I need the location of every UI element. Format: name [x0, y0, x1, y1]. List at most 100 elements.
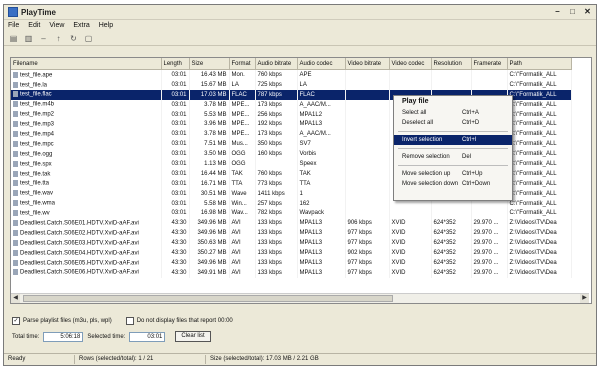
menu-help[interactable]: Help — [99, 22, 113, 29]
cell-text: 906 kbps — [347, 220, 372, 227]
parse-playlists-checkbox[interactable]: ✓ — [12, 317, 20, 325]
cell-filename: test_file.mpc — [11, 139, 162, 150]
menu-item-select-all[interactable]: Select all Ctrl+A — [394, 108, 512, 118]
table-row[interactable]: test_file.wv 03:01 16.98 MB Wav... 782 kbps W… — [11, 208, 572, 219]
table-row[interactable]: test_file.la 03:01 15.67 MB LA 725 kbps LA C:\… — [11, 79, 572, 90]
cell-path: C:\"Formatik_ALL — [507, 89, 572, 100]
cell-length: 03:01 — [161, 159, 190, 169]
menu-item-move-down[interactable]: Move selection down Ctrl+Down — [394, 179, 512, 189]
file-icon — [13, 210, 18, 217]
remove-icon[interactable]: – — [38, 34, 49, 43]
options-row: ✓ Parse playlist files (m3u, pls, wpl) D… — [12, 317, 233, 325]
minimize-button[interactable]: – — [551, 7, 564, 18]
column-framerate[interactable]: Framerate — [471, 58, 508, 70]
column-format[interactable]: Format — [229, 58, 256, 70]
column-audio-bitrate[interactable]: Audio bitrate — [255, 58, 298, 70]
cell-filename: test_file.mp3 — [11, 119, 162, 130]
cell-text: FLAC — [299, 91, 315, 98]
cell-text: 624*352 — [433, 269, 456, 276]
export-icon[interactable]: ▢ — [83, 34, 94, 43]
cell-text: Wave — [231, 190, 247, 197]
clear-list-button[interactable]: Clear list — [175, 331, 211, 342]
table-row[interactable]: test_file.ape 03:01 16.43 MB Mon. 760 kbps AP… — [11, 69, 572, 80]
cell-video-bitrate — [345, 109, 390, 120]
menu-item-move-up[interactable]: Move selection up Ctrl+Up — [394, 169, 512, 179]
cell-text: 3.96 MB — [204, 121, 227, 128]
cell-text: 977 kbps — [347, 240, 372, 247]
scroll-right-icon[interactable]: ▶ — [580, 294, 589, 303]
column-length[interactable]: Length — [161, 58, 190, 70]
column-path[interactable]: Path — [507, 58, 572, 70]
close-button[interactable]: ✕ — [581, 7, 594, 18]
cell-resolution: 624*352 — [431, 228, 472, 239]
cell-path: C:\"Formatik_ALL — [507, 139, 572, 150]
refresh-icon[interactable]: ↻ — [68, 34, 79, 43]
cell-text: TAK — [231, 170, 243, 177]
table-row[interactable]: Deadliest.Catch.S06E03.HDTV.XviD-aAF.avi… — [11, 238, 572, 249]
add-files-icon[interactable]: ▤ — [8, 34, 19, 43]
cell-text: 773 kbps — [257, 180, 282, 187]
cell-text: 03:01 — [171, 141, 187, 148]
menu-edit[interactable]: Edit — [28, 22, 40, 29]
table-row[interactable]: Deadliest.Catch.S06E05.HDTV.XviD-aAF.avi… — [11, 257, 572, 268]
move-up-icon[interactable]: ↑ — [53, 34, 64, 43]
cell-text: test_file.wma — [20, 200, 56, 207]
cell-filename: test_file.spx — [11, 159, 162, 169]
menu-view[interactable]: View — [49, 22, 64, 29]
column-size[interactable]: Size — [189, 58, 230, 70]
cell-text: Deadliest.Catch.S06E01.HDTV.XviD-aAF.avi — [20, 220, 139, 227]
column-video-codec[interactable]: Video codec — [389, 58, 432, 70]
menu-item-shortcut: Ctrl+I — [462, 137, 477, 143]
cell-text: A_AAC/M... — [299, 101, 331, 108]
scroll-thumb[interactable] — [23, 295, 393, 302]
table-row[interactable]: Deadliest.Catch.S06E02.HDTV.XviD-aAF.avi… — [11, 228, 572, 239]
cell-audio-codec: Vorbis — [297, 149, 346, 160]
menu-item-deselect-all[interactable]: Deselect all Ctrl+D — [394, 118, 512, 128]
cell-framerate: 29.970 ... — [471, 267, 508, 278]
cell-path: C:\"Formatik_ALL — [507, 208, 572, 219]
cell-length: 03:01 — [161, 168, 190, 179]
table-row[interactable]: Deadliest.Catch.S06E01.HDTV.XviD-aAF.avi… — [11, 218, 572, 229]
cell-filename: Deadliest.Catch.S06E01.HDTV.XviD-aAF.avi — [11, 218, 162, 229]
hide-zero-checkbox[interactable] — [125, 317, 134, 325]
cell-video-bitrate — [345, 178, 390, 189]
table-row[interactable]: Deadliest.Catch.S06E06.HDTV.XviD-aAF.avi… — [11, 267, 572, 278]
menu-file[interactable]: File — [8, 22, 19, 29]
cell-text: test_file.mp4 — [20, 131, 55, 138]
context-menu-play-file[interactable]: Play file — [394, 96, 512, 108]
cell-text: 349.96 MB — [197, 220, 227, 227]
cell-path: C:\"Formatik_ALL — [507, 109, 572, 120]
column-resolution[interactable]: Resolution — [431, 58, 472, 70]
menu-extra[interactable]: Extra — [73, 22, 89, 29]
scroll-left-icon[interactable]: ◀ — [11, 294, 20, 303]
file-icon — [13, 259, 18, 266]
table-row[interactable]: Deadliest.Catch.S06E04.HDTV.XviD-aAF.avi… — [11, 248, 572, 258]
menu-item-invert-selection[interactable]: Invert selection Ctrl+I — [394, 135, 512, 145]
cell-text: Deadliest.Catch.S06E04.HDTV.XviD-aAF.avi — [20, 250, 139, 257]
cell-audio-codec: MPA1L3 — [297, 257, 346, 268]
cell-size: 3.96 MB — [189, 119, 230, 130]
add-folder-icon[interactable]: ▥ — [23, 34, 34, 43]
menu-item-remove-selection[interactable]: Remove selection Del — [394, 152, 512, 162]
horizontal-scrollbar[interactable]: ◀ ▶ — [11, 293, 589, 303]
cell-resolution: 624*352 — [431, 238, 472, 249]
cell-text: AVI — [231, 220, 241, 227]
column-video-bitrate[interactable]: Video bitrate — [345, 58, 390, 70]
cell-format: AVI — [229, 228, 256, 239]
column-filename[interactable]: Filename — [11, 58, 162, 70]
cell-audio-codec: TTA — [297, 178, 346, 189]
cell-text: 17.03 MB — [200, 91, 227, 98]
cell-text: C:\"Formatik_ALL — [509, 210, 557, 217]
cell-text: 902 kbps — [347, 249, 372, 256]
maximize-button[interactable]: □ — [566, 7, 579, 18]
cell-format: MPE... — [229, 129, 256, 140]
cell-text: Z:\Videos\TV\Dea — [509, 230, 557, 237]
cell-text: 30.51 MB — [200, 190, 227, 197]
totals-row: Total time: 5:06:18 Selected time: 03:01… — [12, 331, 211, 342]
cell-text: 03:01 — [171, 111, 187, 118]
selected-time-value: 03:01 — [129, 331, 166, 342]
cell-text: 160 kbps — [257, 151, 282, 158]
column-audio-codec[interactable]: Audio codec — [297, 58, 346, 70]
cell-video-bitrate — [345, 198, 390, 209]
status-rows: Rows (selected/total): 1 / 21 — [75, 355, 206, 364]
